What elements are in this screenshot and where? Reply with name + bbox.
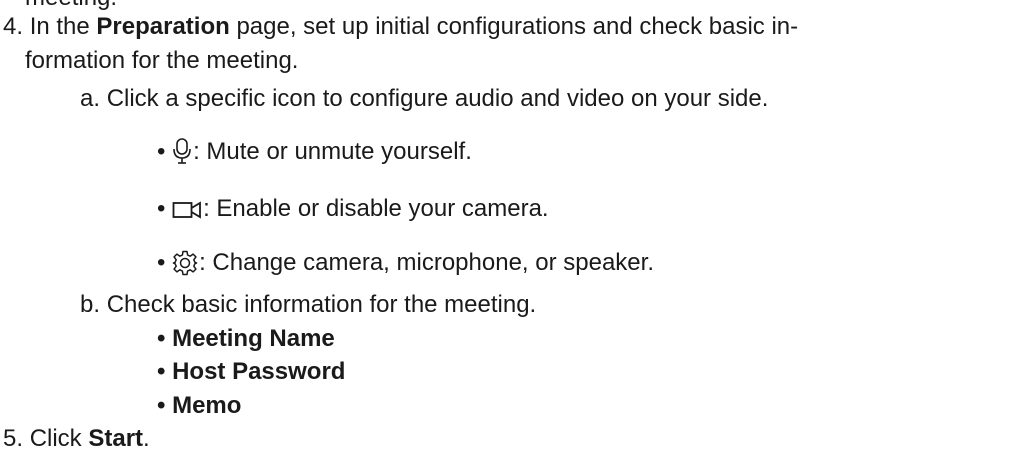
microphone-description: : Mute or unmute yourself.: [193, 138, 472, 165]
camera-description: : Enable or disable your camera.: [203, 195, 549, 222]
step-4-number: 4.: [3, 13, 24, 40]
preparation-page-name: Preparation: [96, 13, 230, 40]
step-5-period: .: [143, 425, 150, 452]
step-5-text-before: Click: [29, 425, 82, 452]
step-4-line-1: 4. In the Preparation page, set up initi…: [3, 12, 798, 42]
start-button-name: Start: [88, 425, 144, 452]
step-4-text-after: page, set up initial configurations and …: [236, 13, 799, 40]
bullet: •: [157, 138, 166, 165]
info-item-host-password: • Host Password: [157, 357, 345, 387]
meeting-name-label: Meeting Name: [172, 325, 335, 352]
settings-description: : Change camera, microphone, or speaker.: [199, 249, 654, 276]
step-4a-text: Click a specific icon to configure audio…: [106, 85, 769, 112]
list-item-microphone: • : Mute or unmute yourself.: [157, 137, 472, 167]
step-4a-line: a. Click a specific icon to configure au…: [80, 84, 768, 114]
microphone-icon: [172, 137, 192, 165]
step-4-line-2: formation for the meeting.: [25, 47, 299, 74]
bullet: •: [157, 325, 166, 352]
info-item-memo: • Memo: [157, 391, 241, 421]
step-4-text-before: In the: [29, 13, 90, 40]
bullet: •: [157, 392, 166, 419]
list-item-settings: • : Change camera, microphone, or speake…: [157, 248, 654, 278]
gear-icon: [172, 250, 198, 276]
step-5-number: 5.: [3, 425, 24, 452]
list-item-camera: • : Enable or disable your camera.: [157, 194, 549, 224]
step-4b-label: b.: [80, 291, 101, 318]
step-4b-line: b. Check basic information for the meeti…: [80, 290, 536, 320]
step-4a-label: a.: [80, 85, 101, 112]
host-password-label: Host Password: [172, 358, 346, 385]
step-4b-text: Check basic information for the meeting.: [106, 291, 537, 318]
info-item-meeting-name: • Meeting Name: [157, 324, 335, 354]
bullet: •: [157, 358, 166, 385]
camera-icon: [172, 198, 202, 222]
memo-label: Memo: [172, 392, 242, 419]
bullet: •: [157, 195, 166, 222]
step-5-line: 5. Click Start.: [3, 424, 150, 454]
bullet: •: [157, 249, 166, 276]
